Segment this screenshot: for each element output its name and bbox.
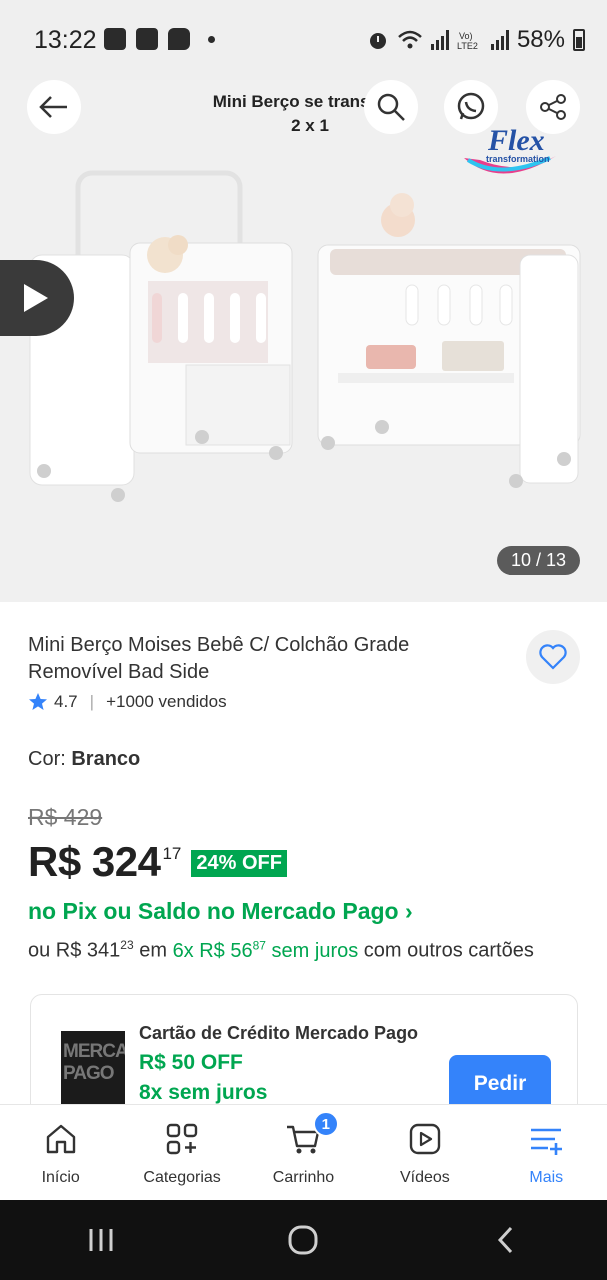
installments-info: ou R$ 34123 em 6x R$ 5687 sem juros com … (28, 930, 568, 966)
install-suffix: com outros cartões (358, 939, 534, 962)
status-time: 13:22 (34, 26, 97, 54)
card-promo-discount: R$ 50 OFF (139, 1051, 243, 1074)
system-back-icon[interactable] (491, 1225, 521, 1255)
nav-item-carrinho[interactable]: 1 Carrinho (243, 1105, 364, 1201)
volte-icon: Vo)LTE2 (457, 31, 478, 51)
home-icon (43, 1121, 79, 1157)
shop-notification-icon (136, 28, 158, 50)
nav-item-videos[interactable]: Vídeos (364, 1105, 485, 1201)
price-row: R$ 324 17 24% OFF (28, 838, 287, 886)
header-title-line2: 2 x 1 (291, 116, 329, 135)
install-green: 6x R$ 5687 sem juros (172, 938, 359, 962)
card-promo-title: Cartão de Crédito Mercado Pago (139, 1023, 419, 1043)
videos-icon (407, 1121, 443, 1157)
rating-separator: | (89, 692, 95, 711)
nav-label-mais: Mais (529, 1169, 564, 1186)
home-button-icon[interactable] (287, 1224, 319, 1256)
install-prefix: ou R$ 341 (28, 939, 121, 962)
nav-item-mais[interactable]: Mais (486, 1105, 607, 1201)
arrow-left-icon (39, 96, 67, 118)
card-promo-installments: 8x sem juros (139, 1081, 268, 1104)
mercado-pago-card-image: MERCADO PAGO (61, 1031, 125, 1111)
system-status: Vo) LTE2 58% (367, 26, 585, 54)
rating-score: 4.7 (54, 692, 78, 711)
install-amount: 6x R$ 56 (172, 939, 253, 962)
header-title: Mini Berço se transform 2 x 1 (140, 90, 480, 138)
discount-badge: 24% OFF (191, 850, 287, 877)
header-title-line1: Mini Berço se transform (212, 92, 408, 111)
back-button[interactable] (27, 80, 81, 134)
current-price-cents: 17 (162, 844, 182, 863)
star-icon (29, 693, 47, 710)
nav-label-inicio: Início (41, 1169, 80, 1186)
wifi-icon (398, 30, 422, 49)
image-counter: 10 / 13 (496, 546, 580, 575)
signal-2-icon (490, 30, 509, 50)
categories-icon (164, 1121, 200, 1157)
color-value: Branco (71, 748, 141, 770)
more-notifications-icon (208, 35, 215, 43)
notification-icons (104, 28, 215, 50)
svg-text:transformation: transformation (486, 154, 550, 164)
svg-text:LTE2: LTE2 (457, 41, 478, 51)
install-amount-cents: 87 (252, 938, 266, 952)
rating-row[interactable]: 4.7 | +1000 vendidos (28, 692, 227, 712)
battery-percentage: 58% (516, 26, 565, 53)
current-price: R$ 324 (28, 838, 161, 885)
search-button[interactable] (364, 80, 418, 134)
whatsapp-icon (457, 92, 485, 120)
recent-apps-icon[interactable] (86, 1225, 116, 1255)
nav-label-videos: Vídeos (399, 1169, 450, 1186)
install-prefix-cents: 23 (120, 938, 134, 952)
svg-text:Vo): Vo) (459, 31, 473, 41)
flex-brand-logo: Flex transformation (464, 124, 556, 174)
more-icon (528, 1121, 564, 1157)
gallery-notification-icon (104, 28, 126, 50)
alarm-icon (369, 33, 386, 49)
battery-icon (573, 29, 585, 51)
favorite-button[interactable] (526, 630, 580, 684)
play-video-button[interactable] (0, 260, 74, 336)
product-title: Mini Berço Moises Bebê C/ Colchão Grade … (28, 634, 410, 683)
color-label: Cor: (28, 748, 66, 770)
color-selector[interactable]: Cor: Branco (28, 748, 140, 771)
play-icon (24, 284, 48, 312)
nav-label-categorias: Categorias (143, 1169, 221, 1186)
install-no-interest: sem juros (265, 939, 359, 962)
nav-label-carrinho: Carrinho (272, 1169, 335, 1186)
install-mid: em (133, 939, 173, 962)
sold-count: +1000 vendidos (106, 692, 227, 711)
nav-item-inicio[interactable]: Início (0, 1105, 121, 1201)
pix-payment-link[interactable]: no Pix ou Saldo no Mercado Pago › (28, 898, 413, 925)
product-image (29, 170, 581, 502)
bottom-navigation: Início Categorias 1 Carrinho Vídeos Mais (0, 1104, 607, 1200)
search-icon (377, 93, 405, 121)
message-notification-icon (168, 28, 190, 50)
status-bar: 13:22 Vo) LTE2 58% (0, 0, 607, 80)
signal-icon (430, 30, 449, 50)
heart-icon (539, 644, 567, 670)
system-navigation-bar (0, 1200, 607, 1280)
nav-item-categorias[interactable]: Categorias (121, 1105, 242, 1201)
original-price: R$ 429 (28, 804, 103, 830)
product-image-gallery[interactable]: Mini Berço se transform 2 x 1 Flex trans… (0, 80, 607, 602)
svg-text:Flex: Flex (487, 124, 545, 157)
share-icon (540, 94, 566, 120)
cart-count-badge: 1 (312, 1111, 339, 1137)
